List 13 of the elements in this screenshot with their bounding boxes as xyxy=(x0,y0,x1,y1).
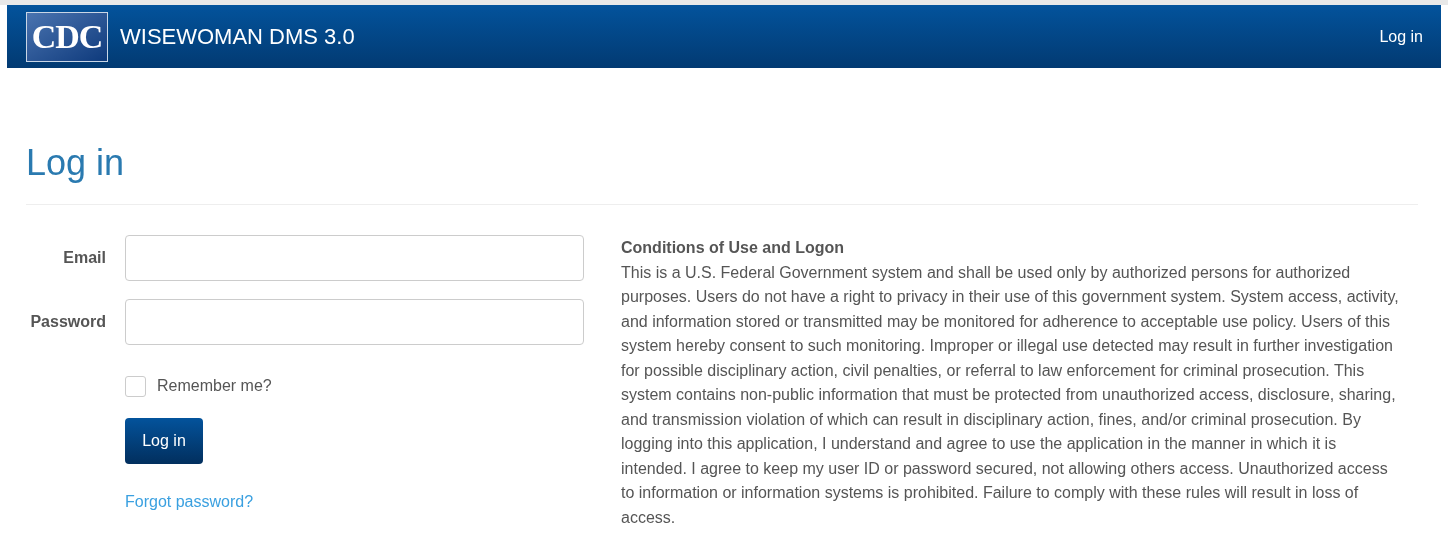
conditions-heading: Conditions of Use and Logon xyxy=(621,238,846,259)
login-button[interactable]: Log in xyxy=(125,418,203,465)
checkbox[interactable] xyxy=(125,375,146,397)
conditions-text: This is a U.S. Federal Government system and shall be used only by authorized persons for authorized purposes. Users do not have a right to privacy in their use of this government system. System access, activity, and information stored or transmitted may be monitored for adherence to acceptable use policy. Users of this system hereby consent to such monitoring. Improper or illegal use detected may result in further investigation for possible disciplinary action, civil penalties, or referral to law enforcement for criminal prosecution. This system contains non-public information that must be protected from unauthorized access, disclosure, sharing, and transmission violation of which can result in disciplinary action, fines, and/or criminal prosecution. By logging into this application, I understand and agree to use the application in the manner in which it is intended. I agree to keep my user ID or password secured, not allowing others access. Unauthorized access to information or information systems is prohibited. Failure to comply with these rules will result in loss of access. xyxy=(621,262,1400,528)
input-field[interactable] xyxy=(125,299,584,346)
field-label: Email xyxy=(62,248,106,269)
app-title: WISEWOMAN DMS 3.0 xyxy=(120,23,355,51)
page-title: Log in xyxy=(26,141,126,185)
login-link[interactable]: Log in xyxy=(1379,24,1423,49)
field-label: Password xyxy=(29,312,106,333)
input-field[interactable] xyxy=(125,235,584,282)
logo: CDC xyxy=(26,11,108,62)
remember-label: Remember me? xyxy=(157,376,272,397)
